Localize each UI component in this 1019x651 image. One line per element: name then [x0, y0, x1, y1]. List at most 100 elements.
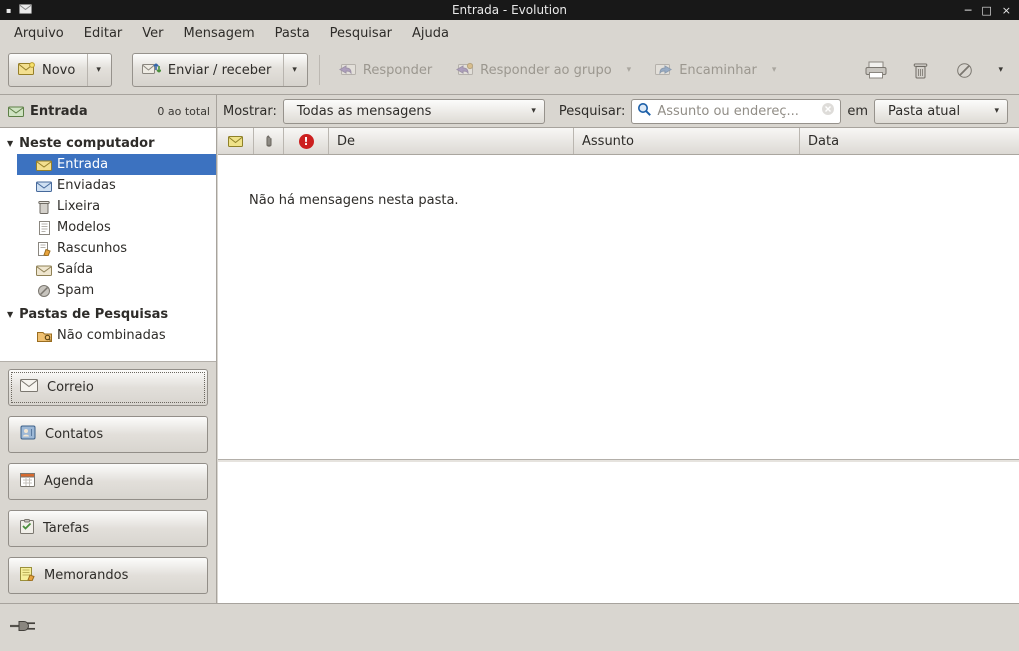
column-label: De	[337, 134, 355, 149]
folder-label: Entrada	[57, 157, 108, 172]
menu-pasta[interactable]: Pasta	[265, 22, 320, 45]
column-important[interactable]: !	[284, 128, 329, 154]
tree-group-label: Neste computador	[19, 136, 154, 151]
menubar: Arquivo Editar Ver Mensagem Pasta Pesqui…	[0, 20, 1019, 46]
folder-spam[interactable]: Spam	[17, 280, 216, 301]
new-dropdown-arrow[interactable]: ▾	[87, 54, 109, 86]
tree-group-search-folders[interactable]: ▼ Pastas de Pesquisas	[0, 303, 216, 325]
folder-label: Spam	[57, 283, 94, 298]
switcher-agenda[interactable]: Agenda	[8, 463, 208, 500]
forward-icon	[655, 62, 672, 79]
online-plug-icon	[10, 618, 42, 634]
reply-button-label: Responder	[363, 63, 432, 78]
search-scope-value: Pasta atual	[888, 104, 960, 119]
folder-tree: ▼ Neste computador Entrada Enviadas Lixe…	[0, 128, 216, 362]
show-filter-dropdown[interactable]: Todas as mensagens ▾	[283, 99, 545, 124]
important-icon: !	[299, 134, 314, 149]
trash-icon	[913, 62, 928, 79]
memos-icon	[20, 567, 35, 585]
titlebar: Entrada - Evolution ▪ ─ □ ×	[0, 0, 1019, 20]
minimize-button[interactable]: ─	[965, 4, 972, 17]
print-button[interactable]	[858, 52, 894, 88]
folder-label: Rascunhos	[57, 241, 127, 256]
switcher-contatos[interactable]: Contatos	[8, 416, 208, 453]
search-scope-dropdown[interactable]: Pasta atual ▾	[874, 99, 1008, 124]
reply-group-label: Responder ao grupo	[480, 63, 612, 78]
message-count: 0 ao total	[157, 105, 210, 118]
sidebar: ▼ Neste computador Entrada Enviadas Lixe…	[0, 128, 217, 603]
clear-search-icon[interactable]	[821, 102, 835, 120]
toolbar: Novo ▾ Enviar / receber ▾ Responder Resp…	[0, 46, 1019, 95]
send-receive-dropdown-arrow[interactable]: ▾	[283, 54, 305, 86]
send-receive-label: Enviar / receber	[168, 63, 272, 78]
menu-pesquisar[interactable]: Pesquisar	[320, 22, 402, 45]
column-date[interactable]: Data	[800, 128, 1019, 154]
reply-group-dropdown-arrow[interactable]: ▾	[627, 65, 632, 75]
outbox-icon	[36, 264, 52, 276]
column-attachment[interactable]	[254, 128, 284, 154]
statusbar	[0, 603, 1019, 651]
preview-pane	[218, 462, 1019, 603]
switcher-label: Memorandos	[44, 568, 128, 583]
folder-rascunhos[interactable]: Rascunhos	[17, 238, 216, 259]
calendar-icon	[20, 472, 35, 491]
trash-icon	[36, 200, 52, 214]
column-status[interactable]	[218, 128, 254, 154]
junk-icon	[956, 62, 973, 79]
menu-mensagem[interactable]: Mensagem	[174, 22, 265, 45]
filter-row: Entrada 0 ao total Mostrar: Todas as men…	[0, 95, 1019, 128]
switcher-memorandos[interactable]: Memorandos	[8, 557, 208, 594]
menu-arquivo[interactable]: Arquivo	[4, 22, 74, 45]
switcher-correio[interactable]: Correio	[8, 369, 208, 406]
folder-saida[interactable]: Saída	[17, 259, 216, 280]
switcher-label: Tarefas	[43, 521, 89, 536]
current-folder-name: Entrada	[30, 104, 88, 119]
window-menu-icon[interactable]: ▪	[6, 6, 11, 15]
switcher-label: Contatos	[45, 427, 103, 442]
send-receive-button[interactable]: Enviar / receber ▾	[132, 53, 308, 87]
expander-icon[interactable]: ▼	[7, 310, 13, 319]
component-switcher: Correio Contatos Agenda Tarefas Memorand…	[0, 362, 216, 603]
close-button[interactable]: ×	[1002, 4, 1011, 17]
inbox-icon	[36, 159, 52, 171]
column-subject[interactable]: Assunto	[574, 128, 800, 154]
search-box	[631, 99, 841, 124]
column-from[interactable]: De	[329, 128, 574, 154]
folder-label: Saída	[57, 262, 93, 277]
reply-group-button[interactable]: Responder ao grupo ▾	[448, 53, 639, 87]
menu-editar[interactable]: Editar	[74, 22, 133, 45]
search-input[interactable]	[657, 104, 816, 119]
menu-ver[interactable]: Ver	[132, 22, 173, 45]
reply-group-icon	[456, 62, 473, 79]
forward-button-label: Encaminhar	[679, 63, 757, 78]
new-button-label: Novo	[42, 63, 75, 78]
folder-modelos[interactable]: Modelos	[17, 217, 216, 238]
delete-button[interactable]	[902, 52, 938, 88]
empty-folder-text: Não há mensagens nesta pasta.	[249, 193, 459, 208]
message-list[interactable]: Não há mensagens nesta pasta.	[218, 155, 1019, 459]
folder-label: Não combinadas	[57, 328, 166, 343]
search-icon[interactable]	[637, 102, 652, 121]
folder-entrada[interactable]: Entrada	[17, 154, 216, 175]
new-button[interactable]: Novo ▾	[8, 53, 112, 87]
toolbar-overflow-arrow[interactable]: ▾	[990, 65, 1011, 75]
expander-icon[interactable]: ▼	[7, 139, 13, 148]
folder-enviadas[interactable]: Enviadas	[17, 175, 216, 196]
menu-ajuda[interactable]: Ajuda	[402, 22, 459, 45]
junk-button[interactable]	[946, 52, 982, 88]
sent-icon	[36, 180, 52, 192]
forward-dropdown-arrow[interactable]: ▾	[772, 65, 777, 75]
folder-nao-combinadas[interactable]: Não combinadas	[17, 325, 216, 346]
tree-group-this-computer[interactable]: ▼ Neste computador	[0, 132, 216, 154]
reply-button[interactable]: Responder	[331, 53, 440, 87]
search-label: Pesquisar:	[559, 104, 626, 119]
paperclip-icon	[265, 134, 273, 149]
maximize-button[interactable]: □	[981, 4, 991, 17]
online-status-button[interactable]	[10, 618, 42, 638]
app-icon	[19, 3, 32, 17]
send-receive-icon	[142, 61, 161, 79]
folder-label: Modelos	[57, 220, 111, 235]
forward-button[interactable]: Encaminhar ▾	[647, 53, 784, 87]
folder-lixeira[interactable]: Lixeira	[17, 196, 216, 217]
switcher-tarefas[interactable]: Tarefas	[8, 510, 208, 547]
